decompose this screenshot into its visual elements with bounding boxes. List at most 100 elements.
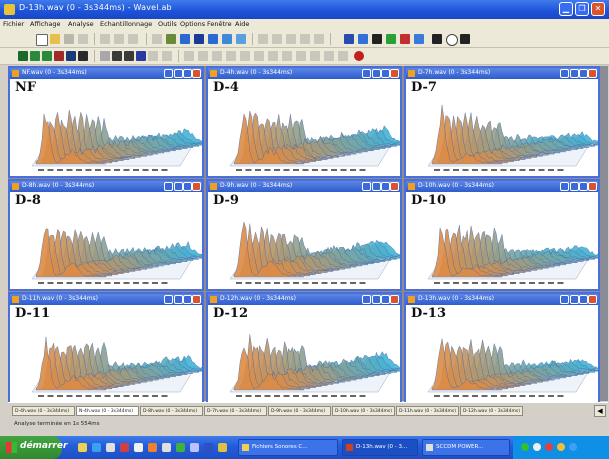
settings-icon[interactable] bbox=[358, 34, 368, 44]
quicklaunch-desktop-icon[interactable] bbox=[106, 443, 115, 452]
analysis-window-titlebar[interactable]: D-10h.wav (0 - 3s344ms) bbox=[406, 181, 598, 192]
paste-icon[interactable] bbox=[128, 34, 138, 44]
record-icon[interactable] bbox=[54, 51, 64, 61]
menu-fichier[interactable]: Fichier bbox=[3, 20, 24, 28]
tab-scroll-left-icon[interactable]: ◀ bbox=[594, 405, 606, 417]
quicklaunch-folder-icon[interactable] bbox=[78, 443, 87, 452]
close-button[interactable] bbox=[390, 69, 399, 78]
filter-icon[interactable] bbox=[414, 34, 424, 44]
minimize-button[interactable] bbox=[570, 69, 579, 78]
t3-icon[interactable] bbox=[212, 51, 222, 61]
mixer-icon[interactable] bbox=[78, 51, 88, 61]
quicklaunch-app-icon[interactable] bbox=[148, 443, 157, 452]
t1-icon[interactable] bbox=[184, 51, 194, 61]
menu-fenetre[interactable]: Fenêtre bbox=[207, 20, 232, 28]
analysis-window[interactable]: D-8h.wav (0 - 3s344ms) D-8 bbox=[8, 179, 204, 291]
pause-icon[interactable] bbox=[136, 51, 146, 61]
minimize-button[interactable] bbox=[570, 182, 579, 191]
task-folder[interactable]: Fichiers Sonores C... bbox=[238, 439, 338, 456]
minimize-button[interactable] bbox=[174, 69, 183, 78]
maximize-button[interactable] bbox=[579, 69, 588, 78]
close-button[interactable] bbox=[588, 69, 597, 78]
analysis-window[interactable]: D-9h.wav (0 - 3s344ms) D-9 bbox=[206, 179, 402, 291]
quicklaunch-media-icon[interactable] bbox=[120, 443, 129, 452]
analysis-window-titlebar[interactable]: D-7h.wav (0 - 3s344ms) bbox=[406, 68, 598, 79]
tray-volume-icon[interactable] bbox=[533, 443, 541, 451]
levels-icon[interactable] bbox=[42, 51, 52, 61]
close-button[interactable] bbox=[390, 182, 399, 191]
t11-icon[interactable] bbox=[324, 51, 334, 61]
copy-icon[interactable] bbox=[114, 34, 124, 44]
forward-icon[interactable] bbox=[148, 51, 158, 61]
analysis-window[interactable]: D-12h.wav (0 - 3s344ms) D-12 bbox=[206, 292, 402, 404]
t6-icon[interactable] bbox=[254, 51, 264, 61]
task-wavelab[interactable]: D-13h.wav (0 - 3... bbox=[342, 439, 418, 456]
play-icon[interactable] bbox=[386, 34, 396, 44]
tool-e-icon[interactable] bbox=[314, 34, 324, 44]
close-button[interactable] bbox=[588, 182, 597, 191]
quicklaunch-last-icon[interactable] bbox=[218, 443, 227, 452]
analysis-window[interactable]: D-10h.wav (0 - 3s344ms) D-10 bbox=[404, 179, 600, 291]
analysis-window[interactable]: NF.wav (0 - 3s344ms) NF bbox=[8, 66, 204, 178]
print-icon[interactable] bbox=[78, 34, 88, 44]
waveform-icon[interactable] bbox=[194, 34, 204, 44]
menu-options[interactable]: Options bbox=[180, 20, 205, 28]
grid-icon[interactable] bbox=[18, 51, 28, 61]
analysis-3d-icon[interactable] bbox=[222, 34, 232, 44]
rec-dot-icon[interactable] bbox=[354, 51, 364, 61]
minimize-button[interactable] bbox=[372, 69, 381, 78]
maximize-button[interactable] bbox=[381, 295, 390, 304]
close-button[interactable] bbox=[390, 295, 399, 304]
analysis-window-titlebar[interactable]: D-12h.wav (0 - 3s344ms) bbox=[208, 294, 400, 305]
new-file-icon[interactable] bbox=[36, 34, 48, 46]
bars-icon[interactable] bbox=[30, 51, 40, 61]
t10-icon[interactable] bbox=[310, 51, 320, 61]
undo-icon[interactable] bbox=[152, 34, 162, 44]
task-power[interactable]: SCCDM POWER... bbox=[422, 439, 510, 456]
analysis-window[interactable]: D-13h.wav (0 - 3s344ms) D-13 bbox=[404, 292, 600, 404]
t8-icon[interactable] bbox=[282, 51, 292, 61]
info-icon[interactable] bbox=[432, 34, 442, 44]
minimize-button[interactable]: ▁ bbox=[559, 2, 573, 16]
maximize-button[interactable] bbox=[579, 182, 588, 191]
close-button[interactable] bbox=[192, 69, 201, 78]
step-icon[interactable] bbox=[124, 51, 134, 61]
minimize-button[interactable] bbox=[570, 295, 579, 304]
menu-outils[interactable]: Outils bbox=[158, 20, 177, 28]
t9-icon[interactable] bbox=[296, 51, 306, 61]
close-button[interactable] bbox=[192, 295, 201, 304]
analysis-window-titlebar[interactable]: D-11h.wav (0 - 3s344ms) bbox=[10, 294, 202, 305]
maximize-button[interactable] bbox=[381, 182, 390, 191]
t7-icon[interactable] bbox=[268, 51, 278, 61]
tray-security-icon[interactable] bbox=[545, 443, 553, 451]
quicklaunch-more-icon[interactable] bbox=[204, 443, 213, 452]
settings-icon[interactable] bbox=[560, 182, 569, 191]
table-icon[interactable] bbox=[236, 34, 246, 44]
analysis-window[interactable]: D-7h.wav (0 - 3s344ms) D-7 bbox=[404, 66, 600, 178]
menu-aide[interactable]: Aide bbox=[235, 20, 249, 28]
tray-app-icon[interactable] bbox=[569, 443, 577, 451]
cut-icon[interactable] bbox=[100, 34, 110, 44]
tool-c-icon[interactable] bbox=[286, 34, 296, 44]
maximize-button[interactable] bbox=[183, 69, 192, 78]
menu-analyse[interactable]: Analyse bbox=[68, 20, 94, 28]
start-button[interactable]: démarrer bbox=[0, 436, 67, 459]
pen-icon[interactable] bbox=[460, 34, 470, 44]
close-button[interactable]: ✕ bbox=[591, 2, 605, 16]
tray-update-icon[interactable] bbox=[557, 443, 565, 451]
tool-d-icon[interactable] bbox=[300, 34, 310, 44]
analysis-window-titlebar[interactable]: NF.wav (0 - 3s344ms) bbox=[10, 68, 202, 79]
window-tab[interactable]: D-7h.wav (0 - 3s344ms) bbox=[204, 406, 267, 416]
window-tab[interactable]: D-10h.wav (0 - 3s344ms) bbox=[332, 406, 395, 416]
circle-icon[interactable] bbox=[446, 34, 458, 46]
settings-icon[interactable] bbox=[362, 182, 371, 191]
tool-b-icon[interactable] bbox=[272, 34, 282, 44]
quicklaunch-ie-icon[interactable] bbox=[92, 443, 101, 452]
t12-icon[interactable] bbox=[338, 51, 348, 61]
t5-icon[interactable] bbox=[240, 51, 250, 61]
window-tab[interactable]: D-12h.wav (0 - 3s344ms) bbox=[460, 406, 523, 416]
minimize-button[interactable] bbox=[174, 295, 183, 304]
quicklaunch-calc-icon[interactable] bbox=[176, 443, 185, 452]
skip-back-icon[interactable] bbox=[112, 51, 122, 61]
loop-icon[interactable] bbox=[162, 51, 172, 61]
